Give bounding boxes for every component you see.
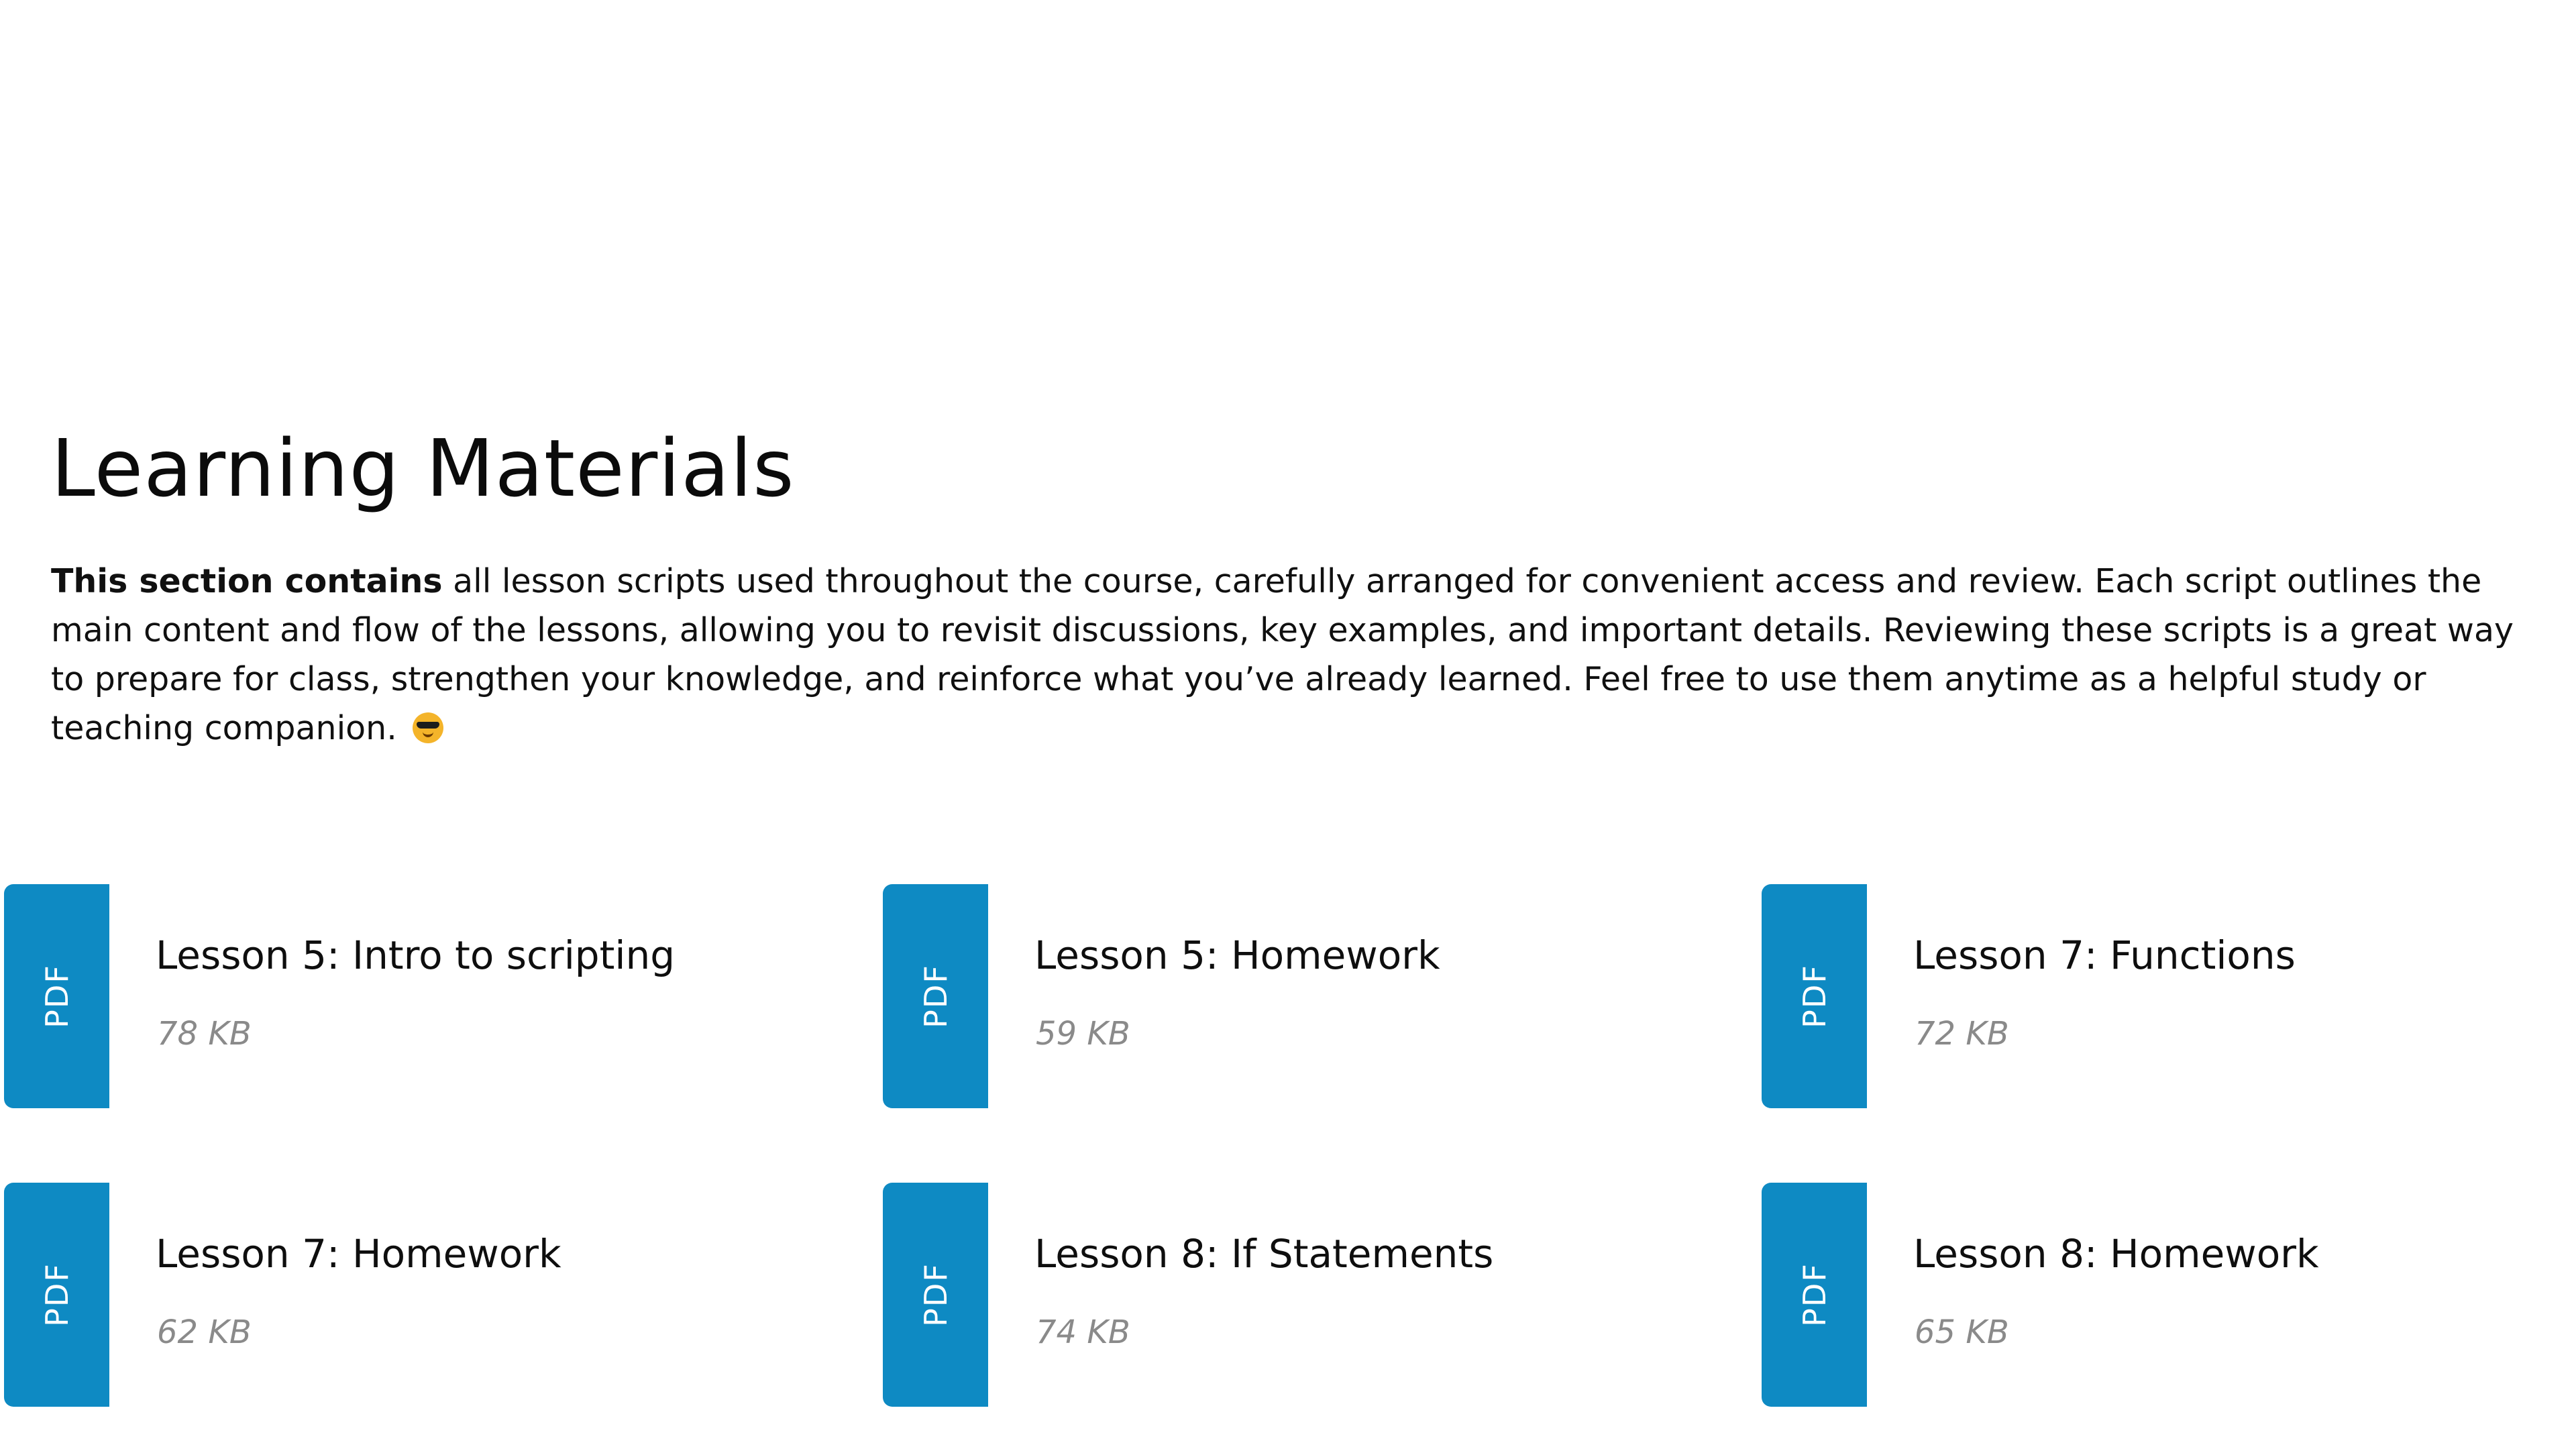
file-grid: PDF Lesson 5: Intro to scripting 78 KB P… [4,884,2576,1407]
file-name-link[interactable]: Lesson 7: Functions [1913,930,2296,981]
file-card[interactable]: PDF Lesson 5: Homework 59 KB [883,884,1721,1108]
pdf-file-icon[interactable]: PDF [1762,884,1867,1108]
file-card[interactable]: PDF Lesson 7: Homework 62 KB [4,1183,843,1407]
file-card[interactable]: PDF Lesson 8: If Statements 74 KB [883,1183,1721,1407]
file-size: 65 KB [1915,1313,2009,1351]
smiling-face-with-sunglasses-icon [413,712,444,743]
file-card[interactable]: PDF Lesson 7: Functions 72 KB [1762,884,2576,1108]
pdf-file-icon[interactable]: PDF [4,1183,109,1407]
file-size: 74 KB [1036,1313,1130,1351]
section-title: Learning Materials [51,422,795,515]
file-type-label: PDF [1796,964,1833,1028]
file-type-label: PDF [38,1263,75,1327]
pdf-file-icon[interactable]: PDF [883,1183,988,1407]
intro-bold-text: This section contains [51,562,443,600]
file-type-label: PDF [1796,1263,1833,1327]
pdf-file-icon[interactable]: PDF [1762,1183,1867,1407]
page: Learning Materials This section contains… [0,0,2576,1449]
file-type-label: PDF [917,964,954,1028]
file-type-label: PDF [38,964,75,1028]
file-name-link[interactable]: Lesson 8: If Statements [1034,1228,1493,1279]
file-size: 78 KB [157,1015,252,1053]
file-name-link[interactable]: Lesson 7: Homework [156,1228,561,1279]
file-card[interactable]: PDF Lesson 5: Intro to scripting 78 KB [4,884,843,1108]
pdf-file-icon[interactable]: PDF [883,884,988,1108]
file-type-label: PDF [917,1263,954,1327]
file-size: 72 KB [1915,1015,2009,1053]
file-size: 62 KB [157,1313,252,1351]
pdf-file-icon[interactable]: PDF [4,884,109,1108]
file-card[interactable]: PDF Lesson 8: Homework 65 KB [1762,1183,2576,1407]
file-name-link[interactable]: Lesson 5: Intro to scripting [156,930,675,981]
file-name-link[interactable]: Lesson 8: Homework [1913,1228,2319,1279]
file-size: 59 KB [1036,1015,1130,1053]
file-name-link[interactable]: Lesson 5: Homework [1034,930,1440,981]
section-intro: This section contains all lesson scripts… [51,557,2533,753]
